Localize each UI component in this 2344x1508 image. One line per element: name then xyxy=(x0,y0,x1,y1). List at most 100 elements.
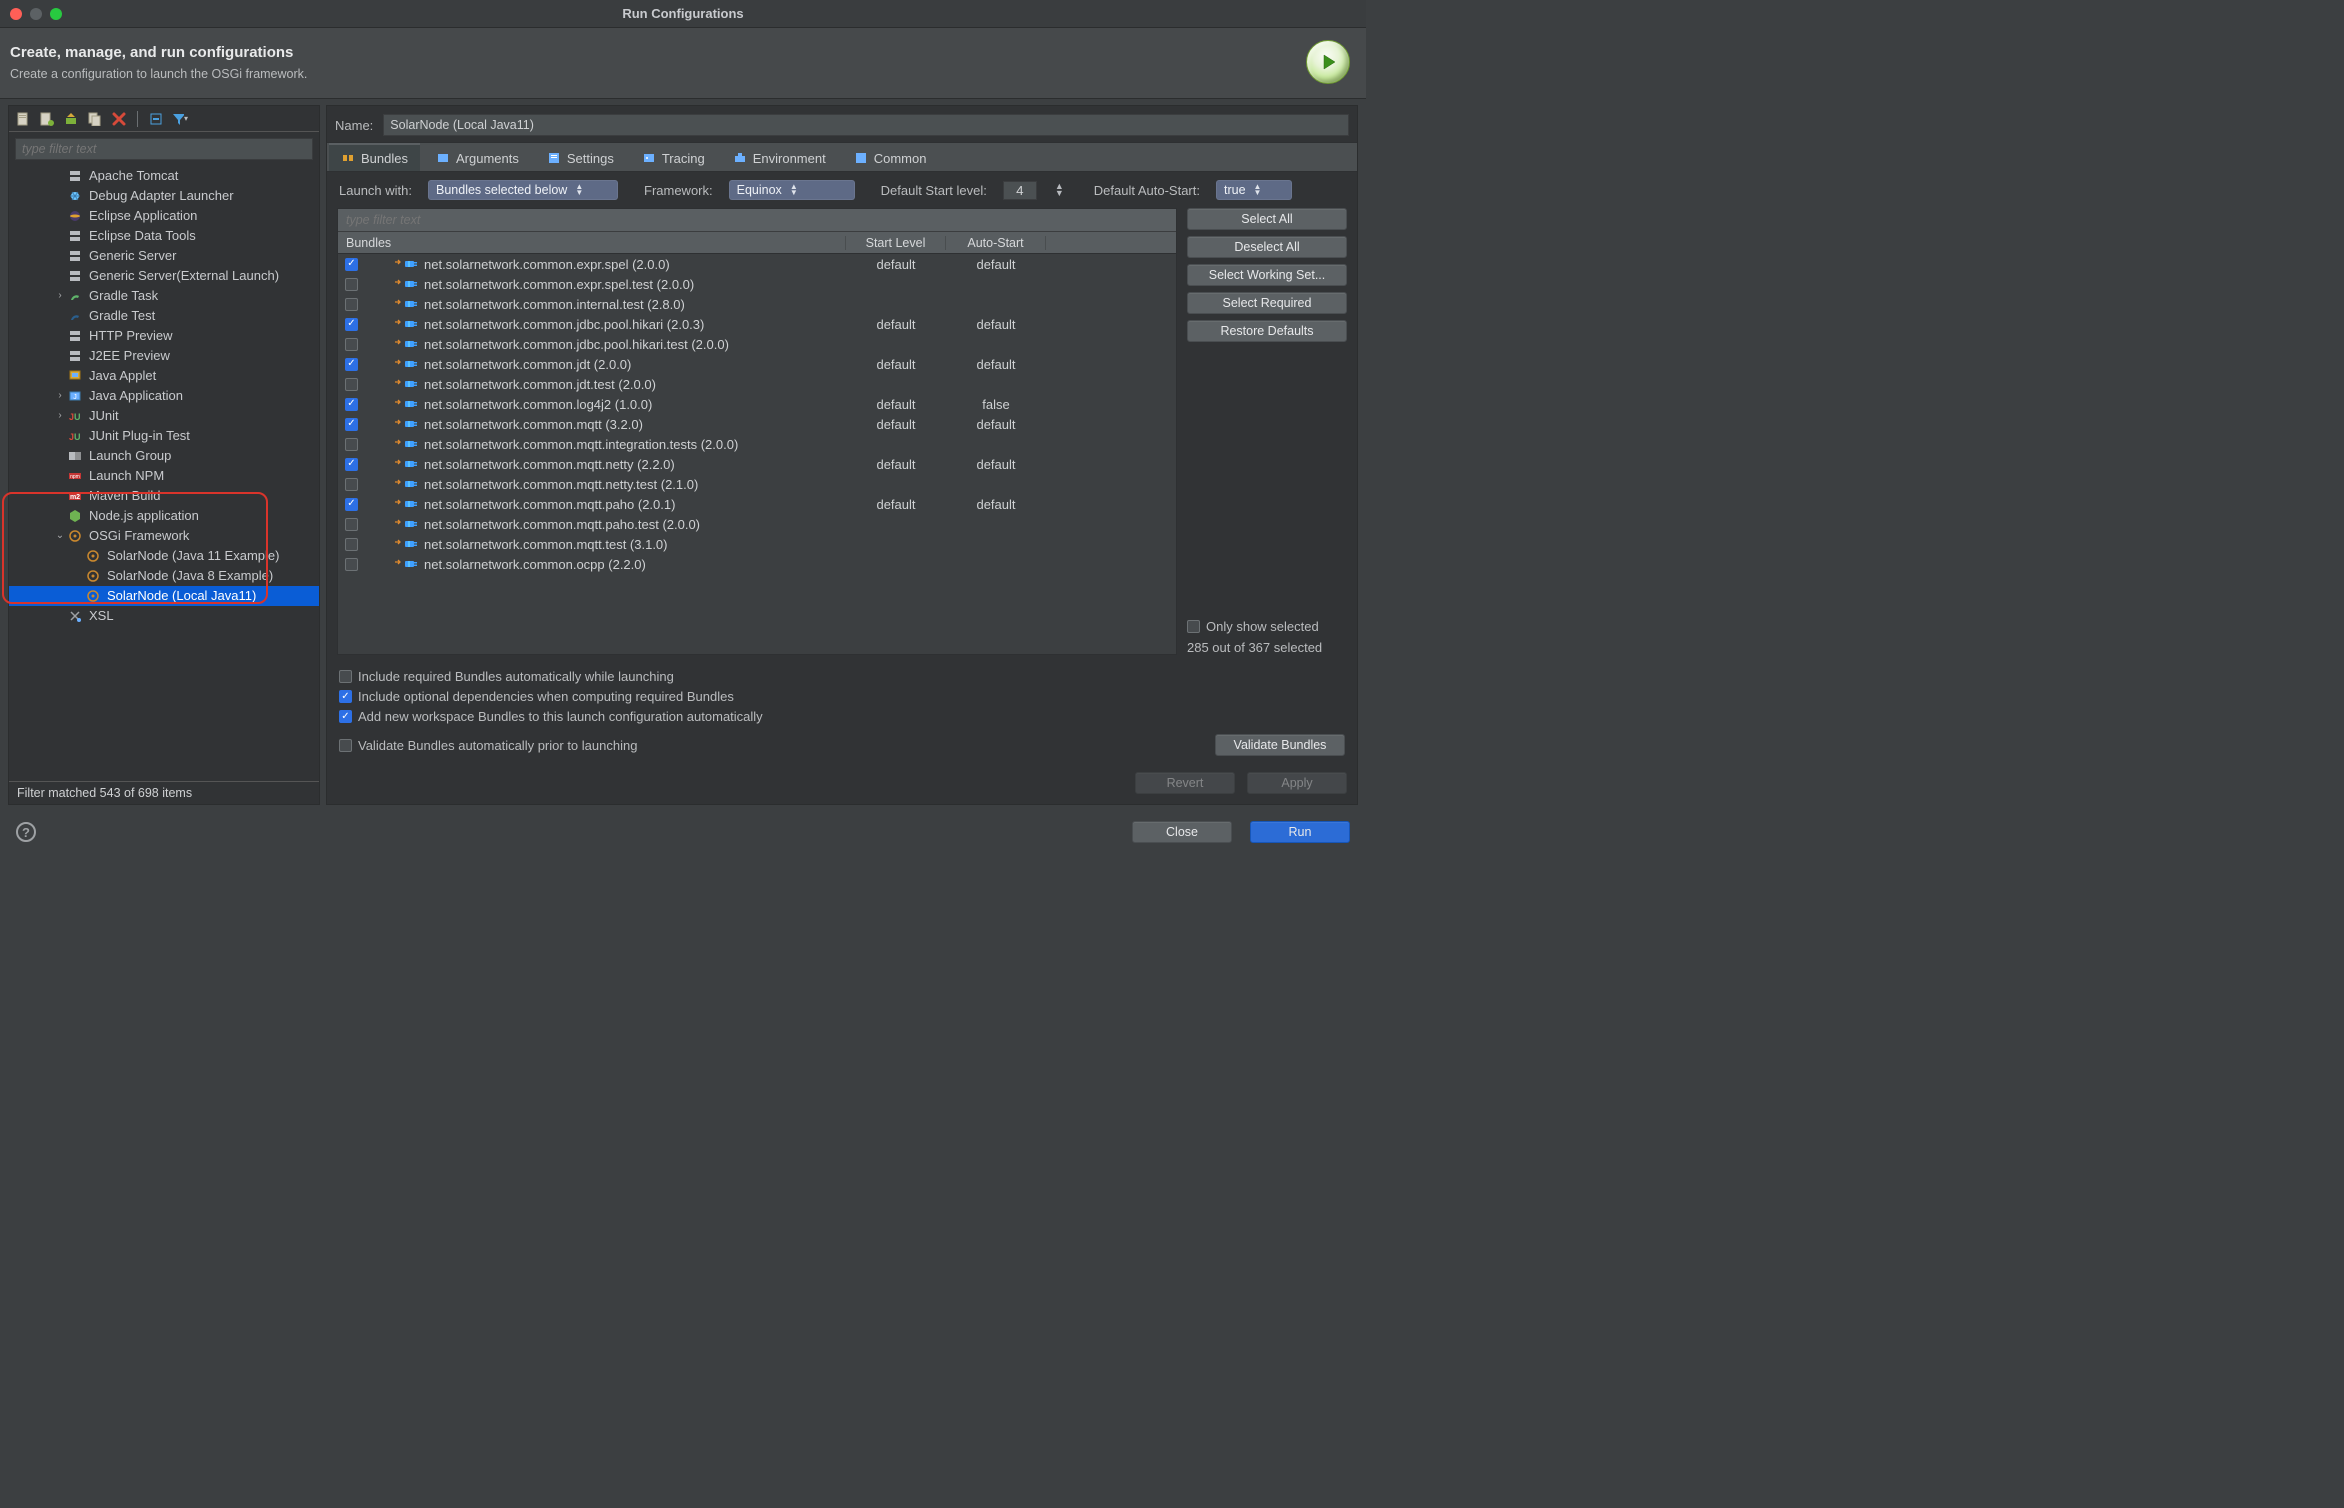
bundle-list[interactable]: net.solarnetwork.common.expr.spel (2.0.0… xyxy=(338,254,1176,654)
filter-icon[interactable]: ▾ xyxy=(172,111,188,127)
restore-defaults-button[interactable]: Restore Defaults xyxy=(1187,320,1347,342)
bundle-row[interactable]: net.solarnetwork.common.expr.spel.test (… xyxy=(338,274,1176,294)
bundle-row[interactable]: net.solarnetwork.common.mqtt.netty (2.2.… xyxy=(338,454,1176,474)
bundle-row[interactable]: net.solarnetwork.common.jdt.test (2.0.0) xyxy=(338,374,1176,394)
col-bundles[interactable]: Bundles xyxy=(338,236,846,250)
bundle-filter-input[interactable] xyxy=(338,209,1176,232)
delete-icon[interactable] xyxy=(111,111,127,127)
bundle-checkbox[interactable] xyxy=(345,558,358,571)
start-level-stepper[interactable]: ▲▼ xyxy=(1055,183,1064,197)
tree-item[interactable]: J2EE Preview xyxy=(9,346,319,366)
bundle-row[interactable]: net.solarnetwork.common.mqtt.integration… xyxy=(338,434,1176,454)
tree-item[interactable]: SolarNode (Java 11 Example) xyxy=(9,546,319,566)
bundle-checkbox[interactable] xyxy=(345,418,358,431)
bundle-checkbox[interactable] xyxy=(345,478,358,491)
default-start-input[interactable] xyxy=(1003,181,1037,200)
validate-bundles-button[interactable]: Validate Bundles xyxy=(1215,734,1345,756)
apply-button[interactable]: Apply xyxy=(1247,772,1347,794)
col-auto-start[interactable]: Auto-Start xyxy=(946,236,1046,250)
tree-item[interactable]: XSL xyxy=(9,606,319,626)
tab-common[interactable]: Common xyxy=(842,143,939,171)
close-icon[interactable] xyxy=(10,8,22,20)
bundle-checkbox[interactable] xyxy=(345,518,358,531)
deselect-all-button[interactable]: Deselect All xyxy=(1187,236,1347,258)
bundle-checkbox[interactable] xyxy=(345,338,358,351)
tree-item[interactable]: Apache Tomcat xyxy=(9,166,319,186)
tree-item[interactable]: ›Gradle Task xyxy=(9,286,319,306)
bundle-checkbox[interactable] xyxy=(345,458,358,471)
only-show-selected-checkbox[interactable] xyxy=(1187,620,1200,633)
tree-item[interactable]: Gradle Test xyxy=(9,306,319,326)
revert-button[interactable]: Revert xyxy=(1135,772,1235,794)
new-config-icon[interactable] xyxy=(15,111,31,127)
bundle-row[interactable]: net.solarnetwork.common.jdbc.pool.hikari… xyxy=(338,334,1176,354)
bundle-checkbox[interactable] xyxy=(345,358,358,371)
launch-with-select[interactable]: Bundles selected below ▲▼ xyxy=(428,180,618,200)
tab-bundles[interactable]: Bundles xyxy=(329,143,420,171)
tree-item[interactable]: SolarNode (Java 8 Example) xyxy=(9,566,319,586)
minimize-icon[interactable] xyxy=(30,8,42,20)
tree-item[interactable]: npmLaunch NPM xyxy=(9,466,319,486)
close-button[interactable]: Close xyxy=(1132,821,1232,843)
col-start-level[interactable]: Start Level xyxy=(846,236,946,250)
add-workspace-checkbox[interactable] xyxy=(339,710,352,723)
bundle-row[interactable]: net.solarnetwork.common.mqtt (3.2.0)defa… xyxy=(338,414,1176,434)
tree-item[interactable]: Launch Group xyxy=(9,446,319,466)
tree-item[interactable]: JUJUnit Plug-in Test xyxy=(9,426,319,446)
config-filter-input[interactable] xyxy=(15,138,313,160)
bundle-row[interactable]: net.solarnetwork.common.jdt (2.0.0)defau… xyxy=(338,354,1176,374)
tab-settings[interactable]: Settings xyxy=(535,143,626,171)
help-icon[interactable]: ? xyxy=(16,822,36,842)
tree-item[interactable]: Eclipse Application xyxy=(9,206,319,226)
bundle-row[interactable]: net.solarnetwork.common.mqtt.paho (2.0.1… xyxy=(338,494,1176,514)
bundle-checkbox[interactable] xyxy=(345,278,358,291)
bundle-checkbox[interactable] xyxy=(345,538,358,551)
bundle-row[interactable]: net.solarnetwork.common.ocpp (2.2.0) xyxy=(338,554,1176,574)
select-required-button[interactable]: Select Required xyxy=(1187,292,1347,314)
bundle-checkbox[interactable] xyxy=(345,378,358,391)
bundle-checkbox[interactable] xyxy=(345,398,358,411)
include-optional-checkbox[interactable] xyxy=(339,690,352,703)
bundle-checkbox[interactable] xyxy=(345,318,358,331)
bundle-row[interactable]: net.solarnetwork.common.internal.test (2… xyxy=(338,294,1176,314)
bundle-row[interactable]: net.solarnetwork.common.mqtt.netty.test … xyxy=(338,474,1176,494)
select-all-button[interactable]: Select All xyxy=(1187,208,1347,230)
tree-item[interactable]: ›JUJUnit xyxy=(9,406,319,426)
tree-item[interactable]: Eclipse Data Tools xyxy=(9,226,319,246)
bundle-row[interactable]: net.solarnetwork.common.mqtt.paho.test (… xyxy=(338,514,1176,534)
run-button[interactable]: Run xyxy=(1250,821,1350,843)
tree-item[interactable]: ⌄OSGi Framework xyxy=(9,526,319,546)
bundle-row[interactable]: net.solarnetwork.common.jdbc.pool.hikari… xyxy=(338,314,1176,334)
duplicate-icon[interactable] xyxy=(87,111,103,127)
bundle-row[interactable]: net.solarnetwork.common.mqtt.test (3.1.0… xyxy=(338,534,1176,554)
tab-tracing[interactable]: Tracing xyxy=(630,143,717,171)
tree-item[interactable]: Java Applet xyxy=(9,366,319,386)
tree-item[interactable]: Debug Adapter Launcher xyxy=(9,186,319,206)
tree-item[interactable]: ›JJava Application xyxy=(9,386,319,406)
validate-auto-checkbox[interactable] xyxy=(339,739,352,752)
bundle-checkbox[interactable] xyxy=(345,258,358,271)
tree-item[interactable]: SolarNode (Local Java11) xyxy=(9,586,319,606)
bundle-row[interactable]: net.solarnetwork.common.expr.spel (2.0.0… xyxy=(338,254,1176,274)
bundle-checkbox[interactable] xyxy=(345,498,358,511)
tab-environment[interactable]: Environment xyxy=(721,143,838,171)
tree-item[interactable]: Node.js application xyxy=(9,506,319,526)
default-auto-select[interactable]: true ▲▼ xyxy=(1216,180,1292,200)
tree-item[interactable]: HTTP Preview xyxy=(9,326,319,346)
new-proto-icon[interactable] xyxy=(39,111,55,127)
export-icon[interactable] xyxy=(63,111,79,127)
bundle-checkbox[interactable] xyxy=(345,438,358,451)
bundle-checkbox[interactable] xyxy=(345,298,358,311)
framework-select[interactable]: Equinox ▲▼ xyxy=(729,180,855,200)
bundle-row[interactable]: net.solarnetwork.common.log4j2 (1.0.0)de… xyxy=(338,394,1176,414)
select-working-set-button[interactable]: Select Working Set... xyxy=(1187,264,1347,286)
tree-item[interactable]: Generic Server xyxy=(9,246,319,266)
tab-arguments[interactable]: Arguments xyxy=(424,143,531,171)
tree-item[interactable]: Generic Server(External Launch) xyxy=(9,266,319,286)
config-tree[interactable]: Apache TomcatDebug Adapter LauncherEclip… xyxy=(9,164,319,781)
collapse-all-icon[interactable] xyxy=(148,111,164,127)
include-required-checkbox[interactable] xyxy=(339,670,352,683)
name-input[interactable] xyxy=(383,114,1349,136)
tree-item[interactable]: m2Maven Build xyxy=(9,486,319,506)
maximize-icon[interactable] xyxy=(50,8,62,20)
